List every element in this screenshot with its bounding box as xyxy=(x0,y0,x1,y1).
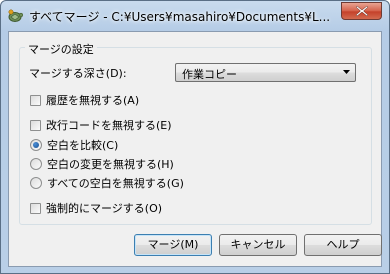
merge-all-dialog: すべてマージ - C:¥Users¥masahiro¥Documents¥L..… xyxy=(0,0,390,274)
merge-depth-label: マージする深さ(D): xyxy=(29,65,127,81)
merge-depth-select[interactable]: 作業コピー xyxy=(175,63,356,82)
ignore-all-whitespace-label: すべての空白を無視する(G) xyxy=(47,177,184,190)
force-merge-checkbox-row[interactable]: 強制的にマージする(O) xyxy=(30,200,162,216)
compare-whitespace-radio-row[interactable]: 空白を比較(C) xyxy=(30,137,118,153)
ignore-eol-checkbox-row[interactable]: 改行コードを無視する(E) xyxy=(30,117,172,133)
force-merge-checkbox[interactable] xyxy=(30,202,41,214)
ignore-whitespace-changes-radio[interactable] xyxy=(30,158,42,170)
chevron-down-icon xyxy=(343,70,350,74)
close-icon xyxy=(356,6,368,16)
force-merge-label: 強制的にマージする(O) xyxy=(46,202,163,215)
ignore-whitespace-changes-label: 空白の変更を無視する(H) xyxy=(47,158,174,171)
compare-whitespace-label: 空白を比較(C) xyxy=(47,139,119,152)
cancel-button[interactable]: キャンセル xyxy=(219,234,297,256)
help-button[interactable]: ヘルプ xyxy=(304,234,382,256)
ignore-history-label: 履歴を無視する(A) xyxy=(46,94,140,107)
dialog-client-area: マージの設定 マージする深さ(D): 作業コピー 履歴を無視する(A) 改行コー… xyxy=(8,31,382,267)
compare-whitespace-radio[interactable] xyxy=(30,139,42,151)
close-button[interactable] xyxy=(341,2,382,20)
ignore-all-whitespace-radio-row[interactable]: すべての空白を無視する(G) xyxy=(30,175,184,191)
ignore-history-checkbox[interactable] xyxy=(30,94,41,106)
title-bar[interactable]: すべてマージ - C:¥Users¥masahiro¥Documents¥L..… xyxy=(1,1,389,31)
merge-depth-value: 作業コピー xyxy=(182,68,237,81)
merge-depth-label-text: マージする深さ(D): xyxy=(29,67,127,80)
ignore-all-whitespace-radio[interactable] xyxy=(30,177,42,189)
merge-settings-group-label: マージの設定 xyxy=(25,41,97,57)
window-title: すべてマージ - C:¥Users¥masahiro¥Documents¥L..… xyxy=(29,10,331,24)
ignore-eol-label: 改行コードを無視する(E) xyxy=(46,119,172,132)
ignore-whitespace-changes-radio-row[interactable]: 空白の変更を無視する(H) xyxy=(30,156,174,172)
merge-button[interactable]: マージ(M) xyxy=(134,234,212,256)
ignore-history-checkbox-row[interactable]: 履歴を無視する(A) xyxy=(30,92,139,108)
ignore-eol-checkbox[interactable] xyxy=(30,119,41,131)
tortoise-svn-icon xyxy=(8,9,23,22)
